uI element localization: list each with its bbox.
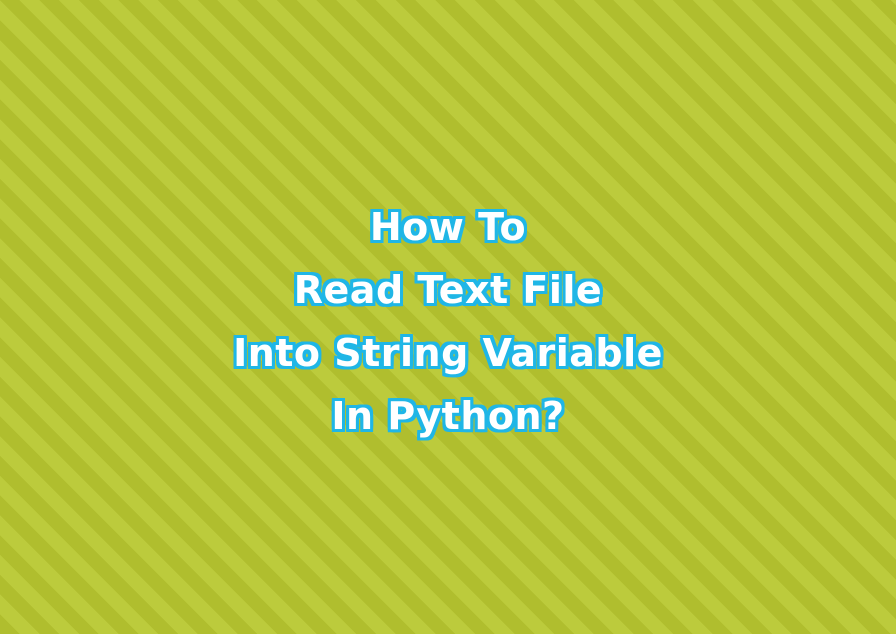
title-line-1: How To xyxy=(369,205,527,249)
title-line-4: In Python? xyxy=(331,394,565,438)
article-banner: How To Read Text File Into String Variab… xyxy=(0,0,896,634)
title-line-3: Into String Variable xyxy=(233,331,663,375)
banner-title: How To Read Text File Into String Variab… xyxy=(0,196,896,448)
title-line-2: Read Text File xyxy=(293,268,603,312)
